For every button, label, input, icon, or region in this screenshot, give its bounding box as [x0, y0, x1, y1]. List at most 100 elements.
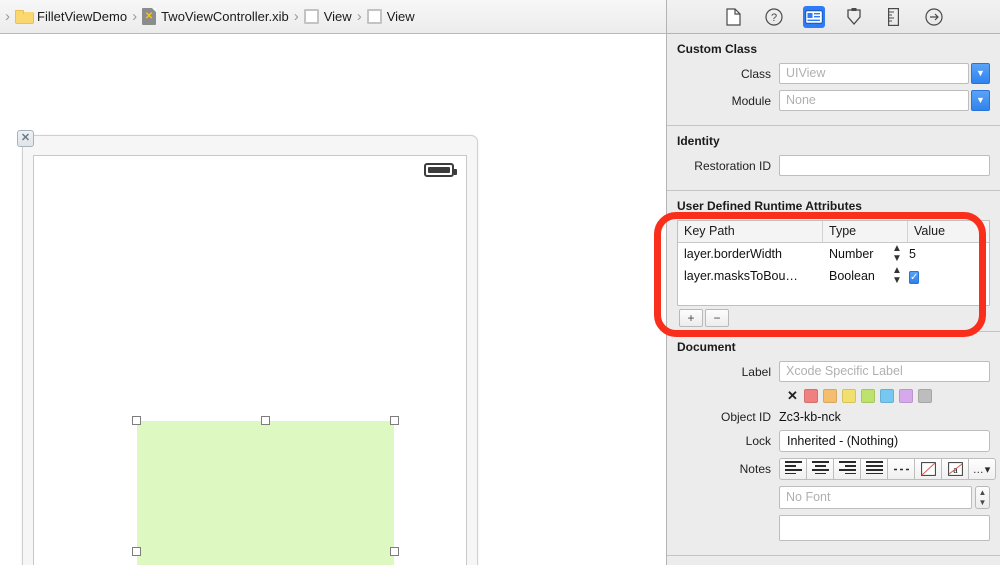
cell-type[interactable]: Number [823, 247, 891, 261]
align-center-icon[interactable] [806, 458, 834, 480]
color-swatch-green[interactable] [860, 389, 875, 403]
breadcrumb-item-view-2[interactable]: View [365, 0, 417, 33]
interface-builder-canvas[interactable]: ✕ [0, 34, 666, 565]
breadcrumb-item-view-1[interactable]: View [302, 0, 354, 33]
breadcrumb-label: View [386, 9, 415, 24]
breadcrumb: › FilletViewDemo › ✕ TwoViewController.x… [0, 0, 666, 34]
cell-key-path[interactable]: layer.masksToBou… [678, 269, 823, 283]
color-swatch-red[interactable] [803, 389, 818, 403]
module-input[interactable]: None [779, 90, 969, 111]
restoration-id-row: Restoration ID [677, 155, 990, 176]
boolean-checkbox[interactable]: ✓ [909, 270, 920, 284]
class-dropdown-button[interactable]: ▼ [971, 63, 990, 84]
object-id-row: Object ID Zc3-kb-nck [677, 410, 990, 424]
column-header-type[interactable]: Type [823, 221, 908, 242]
identity-inspector-tab[interactable] [802, 5, 825, 28]
view-square-icon [303, 9, 319, 24]
breadcrumb-separator-3: › [356, 8, 362, 25]
lock-dropdown[interactable]: Inherited - (Nothing) [779, 430, 990, 452]
svg-text:?: ? [770, 12, 776, 24]
attributes-inspector-tab[interactable] [843, 6, 865, 28]
restoration-id-input[interactable] [779, 155, 990, 176]
breadcrumb-item-twoviewcontroller-xib[interactable]: ✕ TwoViewController.xib [140, 0, 291, 33]
font-input[interactable]: No Font [779, 486, 972, 509]
breadcrumb-label: TwoViewController.xib [161, 9, 289, 24]
module-label: Module [731, 93, 771, 108]
resize-handle-top-center[interactable] [261, 416, 270, 425]
ruler-icon[interactable] [883, 6, 905, 28]
cell-type[interactable]: Boolean [823, 269, 891, 283]
selected-subview[interactable] [132, 416, 399, 565]
align-right-icon[interactable] [833, 458, 861, 480]
breadcrumb-item-filletviewdemo[interactable]: FilletViewDemo [13, 0, 129, 33]
color-swatch-yellow[interactable] [841, 389, 856, 403]
add-attribute-button[interactable]: + [679, 309, 703, 327]
notes-row: Notes a …▾ [677, 458, 996, 480]
runtime-attributes-table[interactable]: Key Path Type Value layer.borderWidth Nu… [677, 220, 990, 306]
document-section: Document Label Xcode Specific Label ✕ Ob… [667, 332, 1000, 556]
notes-label: Notes [739, 462, 771, 476]
file-inspector-tab[interactable] [723, 6, 745, 28]
font-row: No Font ▲ ▼ [677, 486, 990, 509]
resize-handle-top-right[interactable] [390, 416, 399, 425]
quick-help-tab[interactable]: ? [763, 6, 785, 28]
restoration-id-label: Restoration ID [694, 158, 771, 173]
module-dropdown-button[interactable]: ▼ [971, 90, 990, 111]
notes-textarea[interactable] [779, 515, 990, 541]
label-row: Label Xcode Specific Label [677, 361, 990, 382]
section-title: Custom Class [677, 42, 758, 56]
no-color-swatch-icon[interactable] [914, 458, 942, 480]
strikethrough-a-icon[interactable]: a [941, 458, 969, 480]
color-swatch-grey[interactable] [917, 389, 932, 403]
column-header-value[interactable]: Value [908, 221, 989, 242]
align-left-icon[interactable] [779, 458, 807, 480]
close-icon[interactable]: ✕ [17, 130, 34, 147]
type-stepper-icon[interactable]: ▲ ▼ [891, 266, 903, 286]
class-input[interactable]: UIView [779, 63, 969, 84]
label-input[interactable]: Xcode Specific Label [779, 361, 990, 382]
object-id-label: Object ID [720, 410, 771, 424]
connections-inspector-tab[interactable] [923, 6, 945, 28]
xcode-interface-builder-window: › FilletViewDemo › ✕ TwoViewController.x… [0, 0, 1000, 565]
resize-handle-top-left[interactable] [132, 416, 141, 425]
subview-fill [137, 421, 394, 565]
color-swatch-blue[interactable] [879, 389, 894, 403]
color-swatch-purple[interactable] [898, 389, 913, 403]
module-row: Module None ▼ [677, 90, 990, 111]
resize-handle-middle-left[interactable] [132, 547, 141, 556]
table-empty-area[interactable] [678, 287, 989, 305]
remove-attribute-button[interactable]: − [705, 309, 729, 327]
color-swatch-orange[interactable] [822, 389, 837, 403]
align-justify-icon[interactable] [860, 458, 888, 480]
no-color-icon[interactable]: ✕ [787, 388, 798, 404]
type-stepper-icon[interactable]: ▲ ▼ [891, 244, 903, 264]
font-size-stepper[interactable]: ▲ ▼ [975, 486, 990, 509]
notes-toolbar: a …▾ [779, 458, 996, 480]
cell-value[interactable]: ✓ [903, 269, 989, 284]
resize-handle-middle-right[interactable] [390, 547, 399, 556]
dashes-icon[interactable] [887, 458, 915, 480]
battery-icon [424, 163, 457, 177]
cell-key-path[interactable]: layer.borderWidth [678, 247, 823, 261]
view-square-icon [366, 9, 382, 24]
device-screen[interactable] [33, 155, 467, 565]
object-id-value: Zc3-kb-nck [779, 410, 841, 424]
overflow-menu-icon[interactable]: …▾ [968, 458, 996, 480]
device-frame[interactable]: ✕ [17, 130, 478, 565]
breadcrumb-separator-0: › [5, 8, 10, 25]
section-title: User Defined Runtime Attributes [677, 199, 862, 213]
lock-row: Lock Inherited - (Nothing) [677, 430, 990, 452]
custom-class-section: Custom Class Class UIView ▼ Module None … [667, 34, 1000, 126]
lock-label: Lock [745, 434, 771, 448]
column-header-key-path[interactable]: Key Path [678, 221, 823, 242]
cell-value[interactable]: 5 [903, 247, 989, 261]
breadcrumb-separator-2: › [293, 8, 299, 25]
breadcrumb-label: View [323, 9, 352, 24]
class-row: Class UIView ▼ [677, 63, 990, 84]
table-row[interactable]: layer.borderWidth Number ▲ ▼ 5 [678, 243, 989, 265]
table-row[interactable]: layer.masksToBou… Boolean ▲ ▼ ✓ [678, 265, 989, 287]
notes-text-row [677, 515, 990, 541]
identity-inspector-panel: ? Custom Class Class UIView ▼ Module Non… [666, 0, 1000, 565]
user-defined-runtime-attributes-section: User Defined Runtime Attributes Key Path… [667, 191, 1000, 332]
label-label: Label [741, 364, 771, 379]
